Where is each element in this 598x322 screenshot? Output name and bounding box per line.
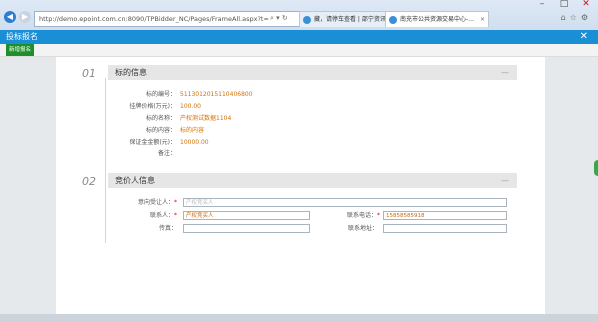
tab-favicon-icon [303, 16, 311, 24]
dialog-close-icon[interactable]: ✕ [580, 30, 588, 44]
contact-phone-field[interactable]: 15858585918 [383, 211, 507, 220]
section-title: 竞价人信息 [115, 176, 155, 185]
new-registration-button[interactable]: 新增报名 [6, 44, 35, 56]
tab-close-icon[interactable]: × [480, 12, 485, 27]
contact-address-field[interactable] [383, 224, 507, 233]
dialog-titlebar: 投标报名 ✕ [0, 30, 598, 44]
forward-icon[interactable]: ▶ [19, 11, 31, 23]
required-mark: * [174, 199, 177, 206]
required-mark: * [377, 212, 380, 219]
contact-person-label: 联系人：* [149, 212, 177, 219]
section-title: 标的信息 [115, 68, 147, 77]
close-window-icon[interactable]: ✕ [580, 0, 592, 9]
field-label: 标的编号： [145, 91, 176, 98]
field-value: 5113012015110406800 [180, 91, 253, 98]
timeline-line [105, 78, 106, 243]
field-value: 标的内容 [180, 127, 205, 134]
intended-transferee-field[interactable]: 产权竞买人 [183, 198, 507, 207]
back-icon[interactable]: ◀ [4, 11, 16, 23]
field-label: 保证金金额(元)： [129, 139, 176, 146]
field-value: 100.00 [180, 103, 201, 110]
fax-field[interactable] [183, 224, 310, 233]
search-refresh-icons[interactable]: ⌕ ▾ ↻ [270, 11, 288, 25]
required-mark: * [174, 212, 177, 219]
window-controls: – □ ✕ [536, 0, 592, 9]
contact-phone-label: 联系电话：* [346, 212, 380, 219]
browser-tab-active[interactable]: 南充市公共资源交易中心-... × [385, 11, 489, 27]
section-header-target-info[interactable]: 标的信息 — [108, 65, 517, 80]
side-widget-tab[interactable] [594, 160, 598, 176]
contact-address-label: 联系地址： [347, 225, 378, 232]
field-value: 10000.00 [180, 139, 209, 146]
contact-person-field[interactable]: 产权竞买人 [183, 211, 310, 220]
toolbar: 新增报名 [0, 44, 598, 57]
maximize-icon[interactable]: □ [558, 0, 570, 9]
tab-label: 藏，请停车查看 | 邵宁资讯馆 [314, 16, 392, 23]
field-label: 标的内容： [145, 127, 176, 134]
browser-tab[interactable]: 藏，请停车查看 | 邵宁资讯馆 [299, 11, 399, 27]
minimize-icon[interactable]: – [536, 0, 548, 9]
taskbar [0, 314, 598, 322]
tab-label: 南充市公共资源交易中心-... [400, 16, 474, 23]
field-label: 挂牌价格(万元)： [129, 103, 176, 110]
field-value: 产权测试数据1104 [180, 115, 232, 122]
section-header-bidder-info[interactable]: 竞价人信息 — [108, 173, 517, 188]
intended-transferee-label: 意向受让人：* [137, 199, 177, 206]
field-label: 标的名称： [145, 115, 176, 122]
collapse-icon[interactable]: — [501, 173, 509, 188]
field-label: 备注： [157, 150, 176, 157]
address-bar[interactable]: http://demo.epoint.com.cn:8090/TPBidder_… [34, 11, 302, 27]
collapse-icon[interactable]: — [501, 65, 509, 80]
home-star-gear-icons[interactable]: ⌂☆⚙ [561, 13, 592, 22]
dialog-title: 投标报名 [6, 32, 38, 41]
fax-label: 传真： [158, 225, 177, 232]
tab-favicon-icon [389, 16, 397, 24]
address-url: http://demo.epoint.com.cn:8090/TPBidder_… [39, 15, 269, 23]
browser-chrome: – □ ✕ ◀ ▶ http://demo.epoint.com.cn:8090… [0, 0, 598, 30]
section-number: 02 [82, 175, 96, 188]
section-number: 01 [82, 67, 96, 80]
